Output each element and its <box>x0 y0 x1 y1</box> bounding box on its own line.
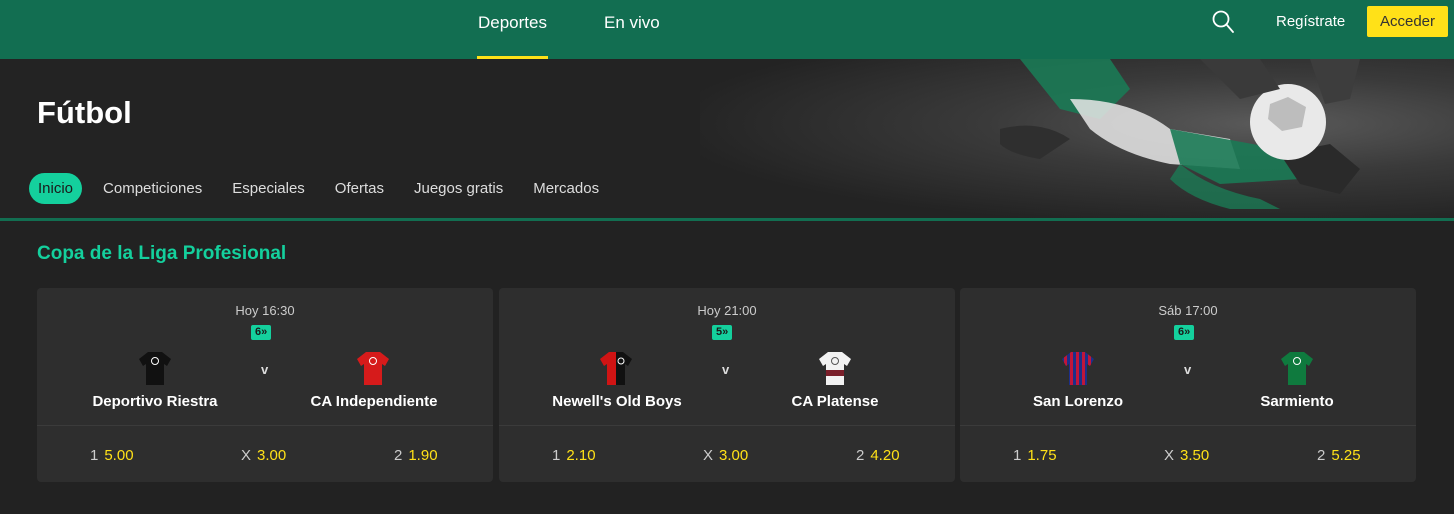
register-link[interactable]: Regístrate <box>1276 13 1345 30</box>
odd-value: 3.00 <box>257 447 287 464</box>
more-markets-badge[interactable]: 5» <box>712 325 733 340</box>
odd-draw[interactable]: X 3.00 <box>703 447 748 464</box>
odd-label: 1 <box>90 447 99 464</box>
odd-label: 2 <box>856 447 865 464</box>
jersey-icon <box>1281 352 1313 385</box>
home-team-name: San Lorenzo <box>1032 393 1123 410</box>
odd-home[interactable]: 1 5.00 <box>90 447 134 464</box>
odd-draw[interactable]: X 3.50 <box>1164 447 1209 464</box>
nav-tab-en-vivo[interactable]: En vivo <box>604 0 660 59</box>
odd-value: 3.00 <box>719 447 749 464</box>
odd-label: X <box>241 447 252 464</box>
more-markets-badge[interactable]: 6» <box>251 325 272 340</box>
tab-especiales[interactable]: Especiales <box>232 180 305 197</box>
match-card[interactable]: Hoy 21:00 5» Newell's Old Boys v CA Plat… <box>499 288 955 482</box>
odd-away[interactable]: 2 4.20 <box>856 447 900 464</box>
odd-label: 2 <box>394 447 403 464</box>
match-time: Hoy 16:30 <box>235 303 295 318</box>
home-team-name: Deportivo Riestra <box>92 393 218 410</box>
football-player-image <box>1000 59 1360 209</box>
more-markets-badge[interactable]: 6» <box>1174 325 1195 340</box>
top-navigation-bar: Deportes En vivo Regístrate Acceder <box>0 0 1454 59</box>
jersey-icon <box>1062 352 1094 385</box>
away-team-name: Sarmiento <box>1260 393 1334 410</box>
odd-label: 1 <box>1013 447 1022 464</box>
odd-value: 3.50 <box>1180 447 1210 464</box>
tab-competiciones[interactable]: Competiciones <box>103 180 202 197</box>
odd-value: 5.00 <box>104 447 134 464</box>
match-header: Hoy 21:00 5» Newell's Old Boys v CA Plat… <box>499 288 955 426</box>
odd-home[interactable]: 1 1.75 <box>1013 447 1057 464</box>
odd-label: 2 <box>1317 447 1326 464</box>
tab-ofertas[interactable]: Ofertas <box>335 180 384 197</box>
versus-label: v <box>1184 362 1192 377</box>
odd-value: 1.90 <box>408 447 438 464</box>
sport-subnav: Inicio Competiciones Especiales Ofertas … <box>29 172 629 205</box>
tab-mercados[interactable]: Mercados <box>533 180 599 197</box>
odd-label: X <box>1164 447 1175 464</box>
match-card[interactable]: Sáb 17:00 6» San Lorenzo v Sarmiento 1 1.… <box>960 288 1416 482</box>
match-header: Sáb 17:00 6» San Lorenzo v Sarmiento <box>960 288 1416 426</box>
page-title: Fútbol <box>37 95 132 130</box>
versus-label: v <box>261 362 269 377</box>
versus-label: v <box>722 362 730 377</box>
odd-value: 1.75 <box>1027 447 1057 464</box>
home-team-name: Newell's Old Boys <box>552 393 682 410</box>
competition-title[interactable]: Copa de la Liga Profesional <box>37 243 286 265</box>
tab-juegos-gratis[interactable]: Juegos gratis <box>414 180 503 197</box>
odd-label: 1 <box>552 447 561 464</box>
match-time: Hoy 21:00 <box>697 303 757 318</box>
odd-label: X <box>703 447 714 464</box>
login-button[interactable]: Acceder <box>1367 6 1448 37</box>
away-team-name: CA Independiente <box>310 393 438 410</box>
sport-header: Fútbol Inicio Competiciones Especiales O… <box>0 59 1454 221</box>
odd-value: 5.25 <box>1331 447 1361 464</box>
nav-tab-deportes[interactable]: Deportes <box>477 0 548 59</box>
jersey-icon <box>600 352 632 385</box>
jersey-icon <box>139 352 171 385</box>
search-icon[interactable] <box>1212 10 1234 34</box>
odd-away[interactable]: 2 5.25 <box>1317 447 1361 464</box>
jersey-icon <box>357 352 389 385</box>
tab-inicio[interactable]: Inicio <box>29 173 83 204</box>
odd-value: 2.10 <box>566 447 596 464</box>
odd-away[interactable]: 2 1.90 <box>394 447 438 464</box>
jersey-icon <box>819 352 851 385</box>
match-header: Hoy 16:30 6» Deportivo Riestra v CA Inde… <box>37 288 493 426</box>
odd-value: 4.20 <box>870 447 900 464</box>
match-card[interactable]: Hoy 16:30 6» Deportivo Riestra v CA Inde… <box>37 288 493 482</box>
away-team-name: CA Platense <box>791 393 879 410</box>
odd-home[interactable]: 1 2.10 <box>552 447 596 464</box>
odd-draw[interactable]: X 3.00 <box>241 447 286 464</box>
match-time: Sáb 17:00 <box>1158 303 1218 318</box>
